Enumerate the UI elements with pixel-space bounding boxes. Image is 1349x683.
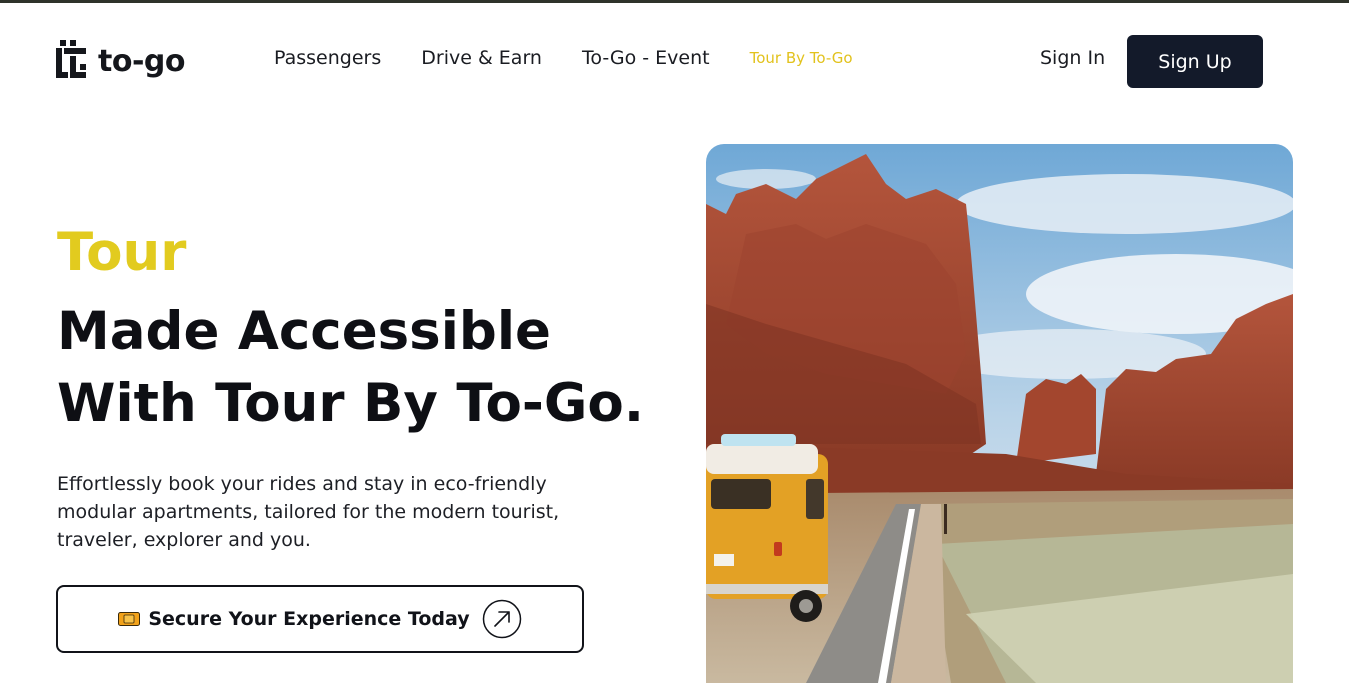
- brand-logo[interactable]: to-go: [56, 38, 186, 82]
- arrow-up-right-icon: [482, 599, 521, 639]
- hero-description: Effortlessly book your rides and stay in…: [57, 473, 560, 551]
- van: [706, 434, 828, 622]
- ticket-icon: [118, 612, 141, 626]
- desert-road-van-illustration: [706, 144, 1293, 683]
- hero-title-line-2: With Tour By To-Go.: [57, 373, 644, 434]
- hero-image: [706, 144, 1293, 683]
- sign-up-button[interactable]: Sign Up: [1127, 35, 1263, 88]
- cta-label: Secure Your Experience Today: [148, 608, 470, 630]
- top-border: [0, 0, 1349, 3]
- hero-kicker: Tour: [57, 222, 187, 283]
- logo-mark-icon: [56, 40, 86, 78]
- hero-title: Made Accessible With Tour By To-Go.: [57, 296, 644, 440]
- sign-in-link[interactable]: Sign In: [1040, 47, 1105, 69]
- nav-item-tour-by-to-go[interactable]: Tour By To-Go: [750, 49, 853, 67]
- secure-experience-button[interactable]: Secure Your Experience Today: [56, 585, 584, 653]
- main-nav: Passengers Drive & Earn To-Go - Event To…: [274, 47, 853, 69]
- nav-item-passengers[interactable]: Passengers: [274, 47, 381, 69]
- hero-title-line-1: Made Accessible: [57, 301, 551, 362]
- brand-name: to-go: [98, 44, 186, 79]
- nav-item-drive-earn[interactable]: Drive & Earn: [421, 47, 542, 69]
- nav-item-to-go-event[interactable]: To-Go - Event: [582, 47, 710, 69]
